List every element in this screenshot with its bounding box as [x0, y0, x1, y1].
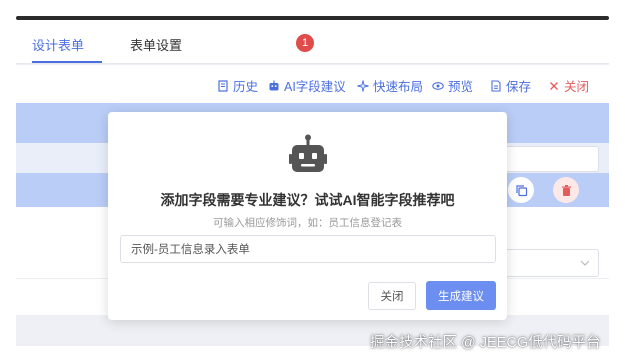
tab-design-form[interactable]: 设计表单	[32, 35, 84, 54]
watermark: 掘金技术社区 @ JEECG低代码平台	[370, 335, 601, 351]
popup-close-button[interactable]: 关闭	[368, 282, 416, 310]
eye-icon	[432, 81, 444, 90]
history-label: 历史	[233, 80, 259, 94]
copy-icon	[515, 184, 527, 196]
sparkle-icon	[357, 79, 369, 92]
ai-suggest-label: AI字段建议	[284, 80, 346, 94]
step-badge: 1	[296, 34, 314, 52]
form-name-input[interactable]	[120, 235, 496, 263]
copy-field-button[interactable]	[508, 177, 534, 203]
tab-form-settings[interactable]: 表单设置	[130, 35, 182, 54]
robot-icon	[269, 80, 279, 90]
ai-suggest-popup: 添加字段需要专业建议？试试AI智能字段推荐吧 可输入相应修饰词，如：员工信息登记…	[108, 112, 507, 320]
close-button[interactable]: 关闭	[548, 76, 589, 95]
history-doc-icon	[218, 79, 228, 92]
close-label: 关闭	[564, 80, 590, 94]
popup-title: 添加字段需要专业建议？试试AI智能字段推荐吧	[160, 192, 455, 208]
save-label: 保存	[506, 80, 532, 94]
ai-suggest-button[interactable]: AI字段建议	[268, 76, 346, 95]
save-button[interactable]: 保存	[490, 76, 531, 95]
quick-layout-label: 快速布局	[373, 80, 424, 94]
preview-label: 预览	[448, 80, 474, 94]
toolbar: 历史 AI字段建议 快速布局 预览 保存 关闭	[16, 65, 609, 103]
delete-field-button[interactable]	[553, 177, 579, 203]
chevron-down-icon	[580, 260, 590, 266]
close-icon	[550, 81, 558, 90]
robot-icon	[289, 134, 327, 172]
preview-button[interactable]: 预览	[432, 76, 473, 95]
generate-suggestion-button[interactable]: 生成建议	[426, 281, 496, 310]
active-tab-indicator	[32, 61, 102, 63]
popup-hint: 可输入相应修饰词，如：员工信息登记表	[213, 217, 402, 229]
save-doc-icon	[491, 79, 501, 92]
history-button[interactable]: 历史	[217, 76, 258, 95]
quick-layout-button[interactable]: 快速布局	[357, 76, 423, 95]
trash-icon	[561, 184, 571, 196]
